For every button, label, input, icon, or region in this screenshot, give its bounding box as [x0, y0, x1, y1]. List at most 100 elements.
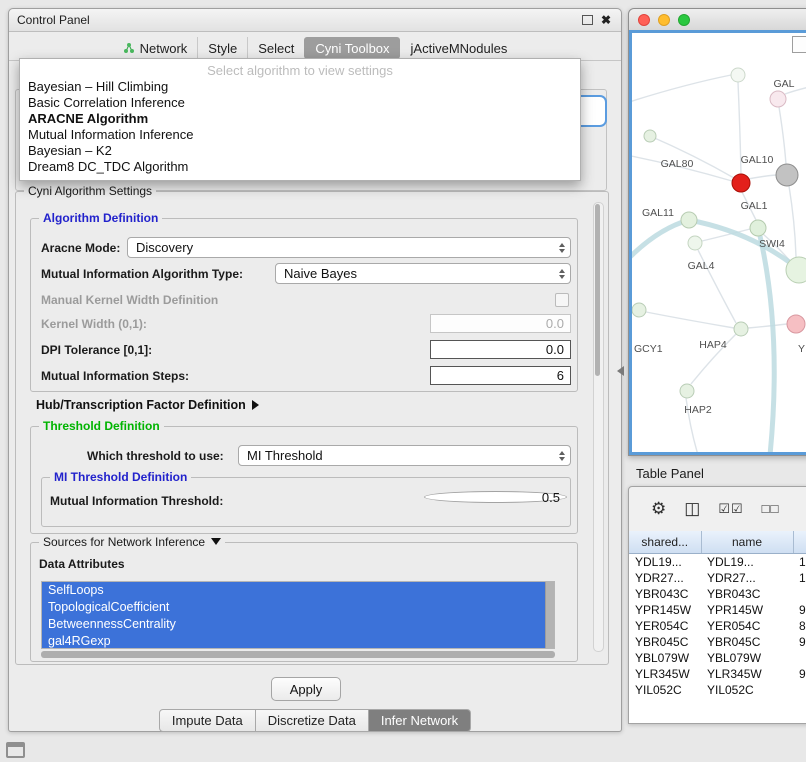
sources-legend[interactable]: Sources for Network Inference — [39, 535, 225, 549]
node-label-gal10: GAL10 — [741, 154, 774, 166]
table-row[interactable]: YBL079WYBL079W — [629, 650, 806, 666]
gear-icon[interactable]: ⚙ — [651, 500, 666, 517]
network-window-titlebar[interactable] — [629, 9, 806, 31]
which-threshold-value: MI Threshold — [247, 448, 323, 463]
bottom-tab-infer-network[interactable]: Infer Network — [369, 709, 471, 732]
algorithm-option[interactable]: Dream8 DC_TDC Algorithm — [20, 159, 580, 175]
algorithm-option[interactable]: Bayesian – Hill Climbing — [20, 79, 580, 95]
table-row[interactable]: YIL052CYIL052C — [629, 682, 806, 698]
column-header[interactable] — [793, 531, 806, 554]
tab-network[interactable]: Network — [113, 37, 198, 59]
float-window-icon[interactable] — [582, 15, 593, 25]
mi-steps-field[interactable]: 6 — [430, 366, 571, 385]
settings-scrollbar[interactable] — [593, 202, 604, 652]
table-cell — [793, 650, 806, 666]
table-row[interactable]: YLR345WYLR345W9. — [629, 666, 806, 682]
network-edge[interactable] — [748, 175, 776, 179]
mi-algorithm-type-select[interactable]: Naive Bayes — [275, 263, 571, 284]
birdseye-view-box[interactable] — [792, 36, 806, 53]
algorithm-placeholder-option[interactable]: Select algorithm to view settings — [20, 62, 580, 79]
chevron-right-icon — [252, 400, 259, 410]
hub-definition-expander[interactable]: Hub/Transcription Factor Definition — [36, 398, 259, 412]
network-view-window: GALGAL80GAL10GAL11GAL1SWI4GAL4GCY1HAP4YH… — [628, 8, 806, 456]
tab-jactivemnodules[interactable]: jActiveMNodules — [400, 37, 518, 59]
bottom-tab-impute-data[interactable]: Impute Data — [159, 709, 256, 732]
node-label-gal1: GAL1 — [741, 200, 768, 212]
network-node-pink-right[interactable] — [787, 315, 805, 333]
minimize-traffic-light-icon[interactable] — [658, 14, 670, 26]
table-cell: YBR045C — [701, 634, 793, 650]
dpi-tolerance-label: DPI Tolerance [0,1]: — [41, 343, 152, 357]
network-node-gal80[interactable] — [644, 130, 656, 142]
network-node-gcy1[interactable] — [632, 303, 646, 317]
aracne-mode-select[interactable]: Discovery — [127, 237, 571, 258]
combo-updown-icon — [559, 451, 570, 461]
which-threshold-select[interactable]: MI Threshold — [238, 445, 571, 466]
data-attribute-item[interactable]: SelfLoops — [42, 582, 554, 599]
table-cell: YDR27... — [629, 570, 701, 586]
tab-cyni-toolbox[interactable]: Cyni Toolbox — [304, 37, 399, 59]
network-node-gal-top[interactable] — [770, 91, 786, 107]
table-cell: 8. — [793, 618, 806, 634]
apply-button[interactable]: Apply — [271, 677, 341, 701]
columns-icon[interactable]: ◫ — [684, 500, 700, 517]
mi-steps-label: Mutual Information Steps: — [41, 369, 189, 383]
table-row[interactable]: YER054CYER054C8. — [629, 618, 806, 634]
network-node-unlabeled-top[interactable] — [731, 68, 745, 82]
list-vertical-scrollbar[interactable] — [545, 582, 554, 648]
checked-boxes-icon[interactable]: ☑☑ — [718, 500, 743, 517]
close-traffic-light-icon[interactable] — [638, 14, 650, 26]
table-row[interactable]: YBR043CYBR043C — [629, 586, 806, 602]
bottom-tab-discretize-data[interactable]: Discretize Data — [256, 709, 369, 732]
network-edge[interactable] — [760, 236, 774, 455]
network-edge[interactable] — [789, 186, 796, 257]
table-row[interactable]: YDL19...YDL19...13 — [629, 554, 806, 571]
algorithm-option[interactable]: Basic Correlation Inference — [20, 95, 580, 111]
network-node-hap2[interactable] — [680, 384, 694, 398]
close-icon[interactable]: ✖ — [601, 15, 611, 25]
algorithm-option[interactable]: ARACNE Algorithm — [20, 111, 580, 127]
table-panel-title: Table Panel — [636, 466, 704, 481]
network-edge[interactable] — [632, 75, 731, 103]
minimized-window-icon[interactable] — [6, 742, 25, 758]
table-row[interactable]: YDR27...YDR27...12 — [629, 570, 806, 586]
column-header[interactable]: name — [701, 531, 793, 554]
dpi-tolerance-field[interactable]: 0.0 — [430, 340, 571, 359]
network-node-hap4[interactable] — [734, 322, 748, 336]
network-edge[interactable] — [646, 312, 734, 328]
kernel-width-field[interactable]: 0.0 — [430, 314, 571, 333]
network-edge[interactable] — [748, 324, 787, 328]
network-node-gray-node[interactable] — [776, 164, 798, 186]
algorithm-option[interactable]: Bayesian – K2 — [20, 143, 580, 159]
threshold-definition-group: Threshold Definition Which threshold to … — [30, 426, 578, 534]
network-edge[interactable] — [779, 107, 786, 164]
algorithm-option[interactable]: Mutual Information Inference — [20, 127, 580, 143]
scrollbar-thumb[interactable] — [595, 204, 600, 376]
panel-splitter-arrow[interactable] — [617, 366, 624, 376]
unchecked-boxes-icon[interactable]: □□ — [762, 500, 780, 517]
zoom-traffic-light-icon[interactable] — [678, 14, 690, 26]
tab-select[interactable]: Select — [247, 37, 304, 59]
tab-style[interactable]: Style — [197, 37, 247, 59]
mi-threshold-field[interactable]: 0.5 — [424, 491, 567, 503]
manual-kernel-checkbox[interactable] — [555, 293, 569, 307]
hub-definition-label: Hub/Transcription Factor Definition — [36, 398, 246, 412]
network-node-gal1[interactable] — [750, 220, 766, 236]
data-attribute-item[interactable]: gal4RGexp — [42, 633, 554, 649]
network-node-gal11[interactable] — [681, 212, 697, 228]
network-node-gal4[interactable] — [688, 236, 702, 250]
table-cell: 13 — [793, 554, 806, 571]
network-node-gal10[interactable] — [732, 174, 750, 192]
table-row[interactable]: YPR145WYPR145W9. — [629, 602, 806, 618]
table-row[interactable]: YBR045CYBR045C9. — [629, 634, 806, 650]
data-attribute-item[interactable]: TopologicalCoefficient — [42, 599, 554, 616]
network-edge[interactable] — [650, 136, 734, 178]
data-attribute-item[interactable]: BetweennessCentrality — [42, 616, 554, 633]
network-canvas[interactable]: GALGAL80GAL10GAL11GAL1SWI4GAL4GCY1HAP4YH… — [629, 30, 806, 455]
column-header[interactable]: shared... — [629, 531, 701, 554]
control-panel-titlebar[interactable]: Control Panel ✖ — [9, 9, 621, 32]
network-edge[interactable] — [632, 220, 689, 261]
table-cell — [793, 682, 806, 698]
list-horizontal-scrollbar[interactable] — [41, 651, 555, 658]
algorithm-option-list: Bayesian – Hill ClimbingBasic Correlatio… — [20, 79, 580, 175]
